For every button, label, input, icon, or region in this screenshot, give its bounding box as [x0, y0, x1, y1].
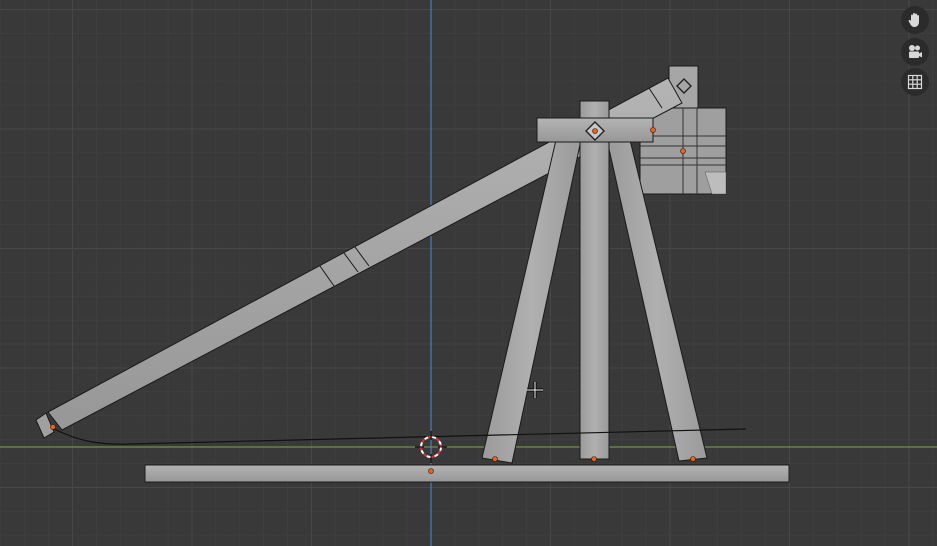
toggle-perspective-button[interactable] — [901, 68, 929, 96]
hand-icon — [908, 13, 919, 27]
scene-canvas[interactable] — [0, 0, 937, 546]
grid-icon — [907, 74, 923, 90]
camera-view-button[interactable] — [901, 38, 929, 66]
trebuchet-center-post[interactable] — [579, 100, 610, 460]
3d-viewport[interactable] — [0, 0, 937, 546]
trebuchet-base-beam[interactable] — [144, 464, 790, 483]
mouse-crosshair-pointer — [527, 382, 543, 398]
camera-icon — [909, 45, 922, 58]
pan-view-button[interactable] — [901, 6, 929, 34]
trebuchet-sling-rope — [51, 427, 747, 445]
